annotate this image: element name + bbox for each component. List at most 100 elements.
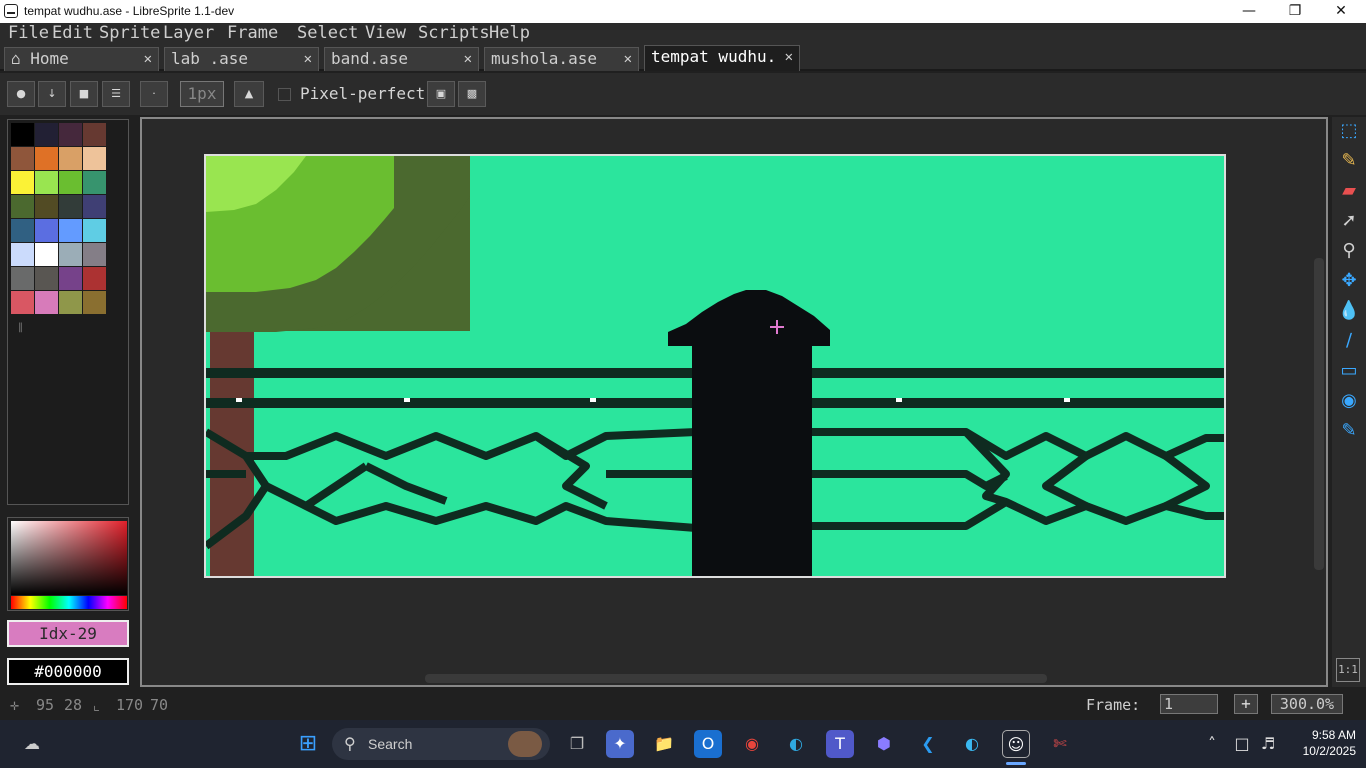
- palette-swatch[interactable]: [59, 243, 82, 266]
- eyedropper-icon[interactable]: ➚: [1335, 207, 1363, 235]
- palette-swatch[interactable]: [59, 171, 82, 194]
- menu-select[interactable]: Select: [297, 23, 358, 44]
- palette-swatch[interactable]: [11, 123, 34, 146]
- tab-band[interactable]: band.ase ✕: [324, 47, 479, 71]
- edge-dev-icon[interactable]: ◐: [958, 730, 986, 758]
- snipping-tool-icon[interactable]: ✄: [1046, 730, 1074, 758]
- vscode-icon[interactable]: ❮: [914, 730, 942, 758]
- paint-bucket-icon[interactable]: 💧: [1335, 297, 1363, 325]
- palette-swatch[interactable]: [35, 291, 58, 314]
- palette-swatch[interactable]: [83, 267, 106, 290]
- rectangle-icon[interactable]: ▭: [1335, 357, 1363, 385]
- palette-swatch[interactable]: [59, 219, 82, 242]
- hue-slider[interactable]: [11, 596, 127, 609]
- chevron-up-icon[interactable]: ˄: [1198, 730, 1226, 758]
- palette-swatch[interactable]: [11, 171, 34, 194]
- brush-type-circle-button[interactable]: ●: [7, 81, 35, 107]
- outlook-icon[interactable]: O: [694, 730, 722, 758]
- tab-close-icon[interactable]: ✕: [464, 48, 472, 70]
- palette-swatch[interactable]: [83, 123, 106, 146]
- palette-swatch[interactable]: [35, 219, 58, 242]
- palette-swatch[interactable]: [83, 147, 106, 170]
- weather-icon[interactable]: ☁: [18, 730, 46, 758]
- add-frame-button[interactable]: +: [1234, 694, 1258, 714]
- chrome-icon[interactable]: ◉: [738, 730, 766, 758]
- saturation-value-box[interactable]: [11, 521, 127, 595]
- background-color-hex[interactable]: #000000: [7, 658, 129, 685]
- tab-mushola[interactable]: mushola.ase ✕: [484, 47, 639, 71]
- menu-layer[interactable]: Layer: [163, 23, 214, 44]
- palette-swatch[interactable]: [83, 171, 106, 194]
- palette-swatch[interactable]: [59, 147, 82, 170]
- line-icon[interactable]: ∕: [1335, 327, 1363, 355]
- vertical-scrollbar[interactable]: [1314, 258, 1324, 570]
- ink-type-button[interactable]: ▲: [234, 81, 264, 107]
- app-icon[interactable]: ⬢: [870, 730, 898, 758]
- paint-mode-icon[interactable]: ▣: [427, 81, 455, 107]
- marquee-icon[interactable]: ⬚: [1335, 117, 1363, 145]
- menu-frame[interactable]: Frame: [227, 23, 278, 44]
- blur-icon[interactable]: ✎: [1335, 417, 1363, 445]
- brush-preview-button[interactable]: ·: [140, 81, 168, 107]
- tab-lab[interactable]: lab .ase ✕: [164, 47, 319, 71]
- network-icon[interactable]: □: [1228, 730, 1256, 758]
- palette-swatch[interactable]: [59, 291, 82, 314]
- palette-swatch[interactable]: [35, 123, 58, 146]
- tab-close-icon[interactable]: ✕: [144, 48, 152, 70]
- menu-view[interactable]: View: [365, 23, 406, 44]
- palette-swatch[interactable]: [35, 171, 58, 194]
- tab-close-icon[interactable]: ✕: [624, 48, 632, 70]
- palette-swatch[interactable]: [11, 243, 34, 266]
- palette-swatch[interactable]: [59, 267, 82, 290]
- brush-type-square-button[interactable]: ■: [70, 81, 98, 107]
- teams-icon[interactable]: T: [826, 730, 854, 758]
- menu-file[interactable]: File: [8, 23, 49, 44]
- palette-resize-grip-icon[interactable]: ‖: [18, 322, 23, 333]
- menu-help[interactable]: Help: [489, 23, 530, 44]
- palette-swatch[interactable]: [83, 219, 106, 242]
- palette-swatch[interactable]: [11, 219, 34, 242]
- zoom-icon[interactable]: ⚲: [1335, 237, 1363, 265]
- windows-start-icon[interactable]: ⊞: [294, 730, 322, 758]
- taskbar-search[interactable]: ⚲ Search: [332, 728, 550, 760]
- menu-edit[interactable]: Edit: [52, 23, 93, 44]
- task-view-icon[interactable]: ❐: [563, 730, 591, 758]
- maximize-button[interactable]: ❐: [1272, 0, 1318, 23]
- move-icon[interactable]: ✥: [1335, 267, 1363, 295]
- menu-sprite[interactable]: Sprite: [99, 23, 160, 44]
- palette-swatch[interactable]: [11, 291, 34, 314]
- libresprite-taskbar-icon[interactable]: ☺: [1002, 730, 1030, 758]
- palette-swatch[interactable]: [83, 195, 106, 218]
- brush-size-field[interactable]: 1px: [180, 81, 224, 107]
- palette-swatch[interactable]: [59, 123, 82, 146]
- palette-swatch[interactable]: [35, 267, 58, 290]
- pencil-icon[interactable]: ✎: [1335, 147, 1363, 175]
- brush-options-button[interactable]: ☰: [102, 81, 130, 107]
- shading-mode-icon[interactable]: ▩: [458, 81, 486, 107]
- palette-swatch[interactable]: [59, 195, 82, 218]
- tab-close-icon[interactable]: ✕: [304, 48, 312, 70]
- volume-icon[interactable]: ♬: [1254, 730, 1282, 758]
- sprite-canvas[interactable]: [204, 154, 1226, 578]
- brush-type-arrow-button[interactable]: ↓: [38, 81, 66, 107]
- horizontal-scrollbar[interactable]: [425, 674, 1047, 683]
- menu-scripts[interactable]: Scripts: [418, 23, 490, 44]
- palette-swatch[interactable]: [83, 243, 106, 266]
- pixel-perfect-checkbox[interactable]: [278, 88, 291, 101]
- tab-tempat-wudhu[interactable]: tempat wudhu. ✕: [644, 45, 800, 71]
- palette-swatch[interactable]: [11, 195, 34, 218]
- foreground-color-index[interactable]: Idx-29: [7, 620, 129, 647]
- file-explorer-icon[interactable]: 📁: [650, 730, 678, 758]
- edge-icon[interactable]: ◐: [782, 730, 810, 758]
- contour-icon[interactable]: ◉: [1335, 387, 1363, 415]
- palette-swatch[interactable]: [35, 195, 58, 218]
- palette-swatch[interactable]: [83, 291, 106, 314]
- palette-swatch[interactable]: [11, 267, 34, 290]
- copilot-icon[interactable]: ✦: [606, 730, 634, 758]
- eraser-icon[interactable]: ▰: [1335, 177, 1363, 205]
- palette-swatch[interactable]: [11, 147, 34, 170]
- palette-swatch[interactable]: [35, 147, 58, 170]
- tab-close-icon[interactable]: ✕: [785, 46, 793, 68]
- palette-swatch[interactable]: [35, 243, 58, 266]
- tab-home[interactable]: ⌂ Home ✕: [4, 47, 159, 71]
